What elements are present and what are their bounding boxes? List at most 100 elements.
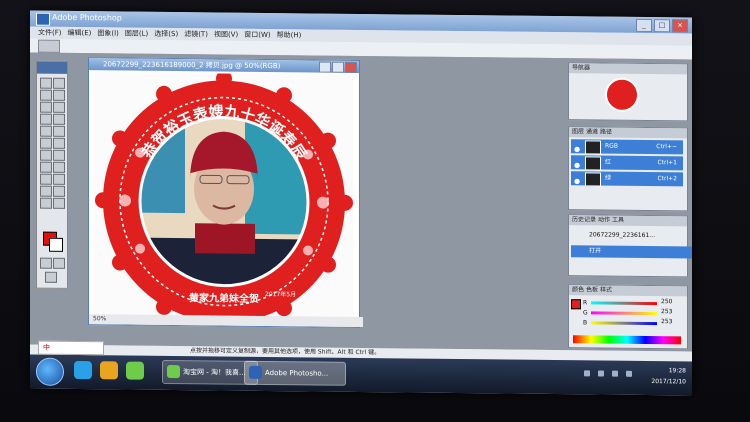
close-button[interactable]: × bbox=[672, 19, 688, 33]
blue-value[interactable]: 253 bbox=[661, 318, 672, 325]
volume-icon[interactable] bbox=[598, 370, 604, 377]
menu-image[interactable]: 图象(I) bbox=[97, 28, 119, 38]
channel-shortcut: Ctrl+2 bbox=[657, 175, 677, 183]
doc-close-button[interactable] bbox=[345, 61, 357, 73]
ime-indicator[interactable]: 中 bbox=[38, 340, 104, 356]
red-track[interactable] bbox=[591, 301, 657, 306]
doc-minimize-button[interactable] bbox=[319, 61, 331, 73]
eyedropper-tool-icon[interactable] bbox=[53, 185, 65, 197]
tab-tools[interactable]: 工具 bbox=[612, 216, 624, 226]
shape-tool-icon[interactable] bbox=[53, 173, 65, 185]
healing-tool-icon[interactable] bbox=[40, 113, 52, 125]
gradient-tool-icon[interactable] bbox=[53, 137, 65, 149]
channel-thumbnail bbox=[585, 156, 601, 171]
history-step[interactable]: 打开 bbox=[571, 245, 692, 259]
tab-navigator[interactable]: 导航器 bbox=[572, 63, 590, 73]
eraser-tool-icon[interactable] bbox=[40, 137, 52, 149]
tab-actions[interactable]: 动作 bbox=[598, 215, 610, 225]
channel-row[interactable]: ● RGB Ctrl+~ bbox=[571, 139, 683, 156]
navigator-thumbnail[interactable] bbox=[605, 77, 639, 112]
history-brush-icon[interactable] bbox=[53, 125, 65, 137]
eye-icon[interactable]: ● bbox=[574, 142, 580, 156]
green-track[interactable] bbox=[591, 311, 657, 316]
clone-stamp-tool-icon[interactable] bbox=[38, 39, 60, 53]
layers-tabs: 图层 通道 路径 bbox=[569, 127, 687, 139]
green-label: G bbox=[583, 309, 588, 317]
tab-paths[interactable]: 路径 bbox=[600, 128, 612, 138]
window-controls: _ □ × bbox=[636, 18, 688, 33]
jump-to-imageready-icon[interactable] bbox=[45, 271, 57, 283]
history-snapshot[interactable]: 20672299_2236161... bbox=[571, 229, 692, 242]
lasso-tool-icon[interactable] bbox=[40, 89, 52, 101]
photoshop-task-icon bbox=[249, 365, 262, 379]
crop-tool-icon[interactable] bbox=[40, 101, 52, 113]
channel-row[interactable]: ● 红 Ctrl+1 bbox=[571, 155, 683, 172]
tab-swatches[interactable]: 色板 bbox=[586, 285, 598, 295]
menu-select[interactable]: 选择(S) bbox=[154, 29, 178, 39]
green-slider[interactable]: G 253 bbox=[583, 308, 683, 317]
channel-thumbnail bbox=[585, 140, 601, 155]
menu-help[interactable]: 帮助(H) bbox=[277, 30, 302, 40]
channel-name: RGB bbox=[605, 142, 618, 150]
menu-file[interactable]: 文件(F) bbox=[38, 28, 62, 38]
doc-maximize-button[interactable] bbox=[332, 61, 344, 73]
menu-layer[interactable]: 图层(L) bbox=[125, 29, 148, 39]
power-icon[interactable] bbox=[612, 370, 618, 377]
pen-tool-icon[interactable] bbox=[40, 173, 52, 185]
brush-tool-icon[interactable] bbox=[53, 113, 65, 125]
zoom-tool-icon[interactable] bbox=[53, 197, 65, 209]
hand-tool-icon[interactable] bbox=[40, 197, 52, 209]
eye-icon[interactable]: ● bbox=[574, 158, 580, 172]
magic-wand-tool-icon[interactable] bbox=[53, 89, 65, 101]
menu-filter[interactable]: 滤镜(T) bbox=[184, 29, 208, 39]
network-icon[interactable] bbox=[584, 370, 590, 377]
path-select-icon[interactable] bbox=[40, 161, 52, 173]
move-tool-icon[interactable] bbox=[53, 77, 65, 89]
ime-label: 中 bbox=[43, 343, 50, 352]
image-canvas[interactable]: 恭贺裕玉表嫂九十华诞寿辰 黄家九弟妹全贺 2017年5月 bbox=[95, 70, 353, 331]
green-value[interactable]: 253 bbox=[661, 308, 672, 315]
blue-track[interactable] bbox=[591, 321, 657, 326]
dodge-tool-icon[interactable] bbox=[53, 149, 65, 161]
navigator-tabs: 导航器 bbox=[569, 63, 687, 75]
browser-icon[interactable] bbox=[74, 360, 92, 380]
marquee-tool-icon[interactable] bbox=[40, 77, 52, 89]
type-tool-icon[interactable] bbox=[53, 161, 65, 173]
minimize-button[interactable]: _ bbox=[636, 18, 652, 33]
background-color-swatch[interactable] bbox=[49, 237, 63, 252]
tab-styles[interactable]: 样式 bbox=[600, 286, 612, 296]
media-icon[interactable] bbox=[126, 361, 144, 380]
blur-tool-icon[interactable] bbox=[40, 149, 52, 161]
color-fg-swatch[interactable] bbox=[571, 299, 581, 310]
menu-window[interactable]: 窗口(W) bbox=[244, 30, 270, 40]
menu-view[interactable]: 视图(V) bbox=[214, 29, 238, 39]
red-value[interactable]: 250 bbox=[661, 298, 672, 305]
clone-stamp-icon[interactable] bbox=[40, 125, 52, 137]
explorer-icon[interactable] bbox=[100, 361, 118, 380]
taskbar-item-photoshop[interactable]: Adobe Photosho... bbox=[244, 360, 346, 386]
slice-tool-icon[interactable] bbox=[53, 101, 65, 113]
browser-task-icon bbox=[167, 364, 180, 379]
notes-tool-icon[interactable] bbox=[40, 185, 52, 197]
bottom-greeting-text: 黄家九弟妹全贺 bbox=[189, 291, 259, 305]
tab-color[interactable]: 颜色 bbox=[572, 285, 584, 295]
clock[interactable]: 19:28 2017/12/10 bbox=[651, 365, 686, 387]
blue-label: B bbox=[583, 319, 588, 327]
document-title: 20672299_223616189000_2 拷贝.jpg @ 50%(RGB… bbox=[89, 58, 359, 73]
start-button[interactable] bbox=[36, 357, 64, 386]
quick-mask-icon[interactable] bbox=[40, 257, 52, 269]
system-tray-icons bbox=[584, 370, 632, 377]
tab-channels[interactable]: 通道 bbox=[586, 127, 598, 137]
eye-icon[interactable]: ● bbox=[574, 174, 580, 188]
screen-mode-icon[interactable] bbox=[53, 257, 65, 269]
red-slider[interactable]: R 250 bbox=[583, 298, 683, 306]
color-spectrum-bar[interactable] bbox=[573, 335, 681, 345]
blue-slider[interactable]: B 253 bbox=[583, 318, 683, 327]
maximize-button[interactable]: □ bbox=[654, 19, 670, 33]
menu-edit[interactable]: 编辑(E) bbox=[68, 28, 92, 38]
notification-icon[interactable] bbox=[626, 370, 632, 377]
tab-history[interactable]: 历史记录 bbox=[572, 215, 596, 225]
tab-layers[interactable]: 图层 bbox=[572, 127, 584, 137]
history-snapshot-label: 20672299_2236161... bbox=[589, 231, 655, 240]
channel-row[interactable]: ● 绿 Ctrl+2 bbox=[571, 171, 683, 188]
